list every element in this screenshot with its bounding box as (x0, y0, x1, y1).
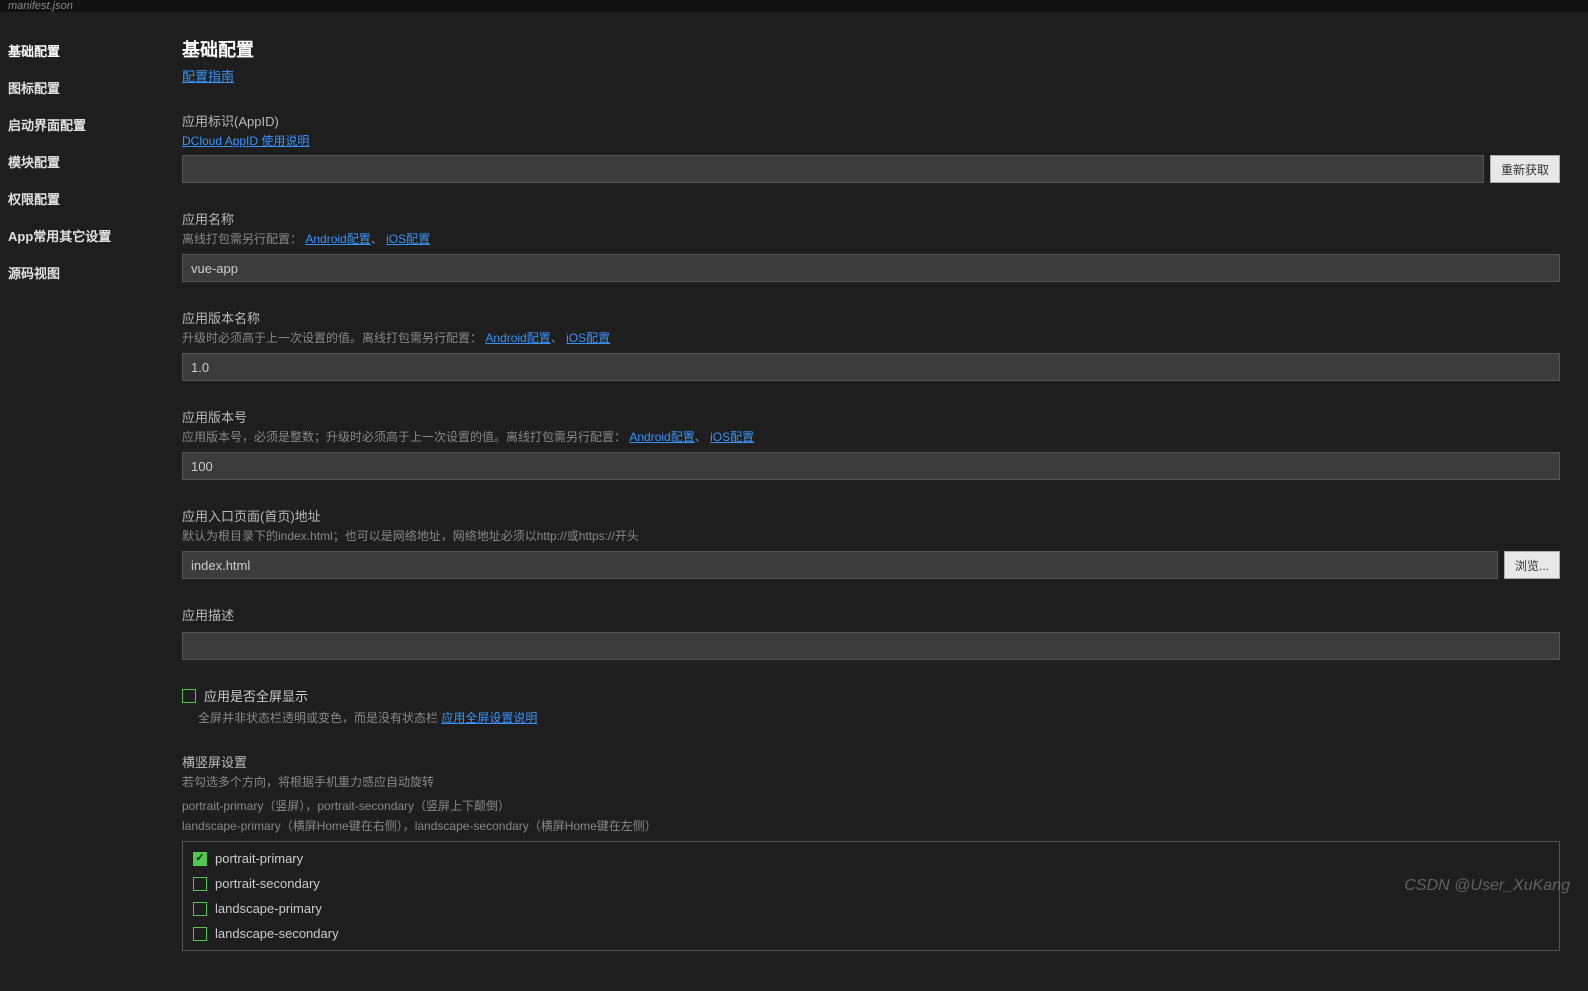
appname-hint: 离线打包需另行配置： Android配置、 iOS配置 (182, 230, 1560, 248)
version-code-group: 应用版本号 应用版本号，必须是整数；升级时必须高于上一次设置的值。离线打包需另行… (182, 407, 1560, 480)
appid-help-link[interactable]: DCloud AppID 使用说明 (182, 134, 309, 148)
appname-input[interactable] (182, 254, 1560, 282)
version-code-input[interactable] (182, 452, 1560, 480)
orientation-label-0: portrait-primary (215, 851, 303, 866)
sidebar-item-basic[interactable]: 基础配置 (0, 32, 168, 69)
appname-label: 应用名称 (182, 209, 1560, 228)
top-bar: manifest.json (0, 0, 1588, 12)
orientation-hint3: landscape-primary（横屏Home键在右侧），landscape-… (182, 817, 1560, 835)
fullscreen-checkbox-label: 应用是否全屏显示 (204, 686, 308, 705)
orientation-item-landscape-secondary[interactable]: landscape-secondary (183, 921, 1559, 946)
entry-page-group: 应用入口页面(首页)地址 默认为根目录下的index.html；也可以是网络地址… (182, 506, 1560, 579)
appid-group: 应用标识(AppID) DCloud AppID 使用说明 重新获取 (182, 111, 1560, 183)
description-input[interactable] (182, 632, 1560, 660)
container: 基础配置 图标配置 启动界面配置 模块配置 权限配置 App常用其它设置 源码视… (0, 12, 1588, 991)
ios-config-link-1[interactable]: iOS配置 (386, 232, 430, 246)
version-name-label: 应用版本名称 (182, 308, 1560, 327)
orientation-checkbox-2[interactable] (193, 902, 207, 916)
orientation-checkbox-0[interactable] (193, 852, 207, 866)
orientation-hint1: 若勾选多个方向，将根据手机重力感应自动旋转 (182, 773, 1560, 791)
fullscreen-help-link[interactable]: 应用全屏设置说明 (441, 711, 537, 725)
appname-group: 应用名称 离线打包需另行配置： Android配置、 iOS配置 (182, 209, 1560, 282)
version-name-hint: 升级时必须高于上一次设置的值。离线打包需另行配置： Android配置、 iOS… (182, 329, 1560, 347)
ios-config-link-3[interactable]: iOS配置 (710, 430, 754, 444)
sidebar: 基础配置 图标配置 启动界面配置 模块配置 权限配置 App常用其它设置 源码视… (0, 12, 168, 991)
orientation-label-3: landscape-secondary (215, 926, 339, 941)
browse-button[interactable]: 浏览... (1504, 551, 1560, 579)
android-config-link-3[interactable]: Android配置 (629, 430, 694, 444)
android-config-link-1[interactable]: Android配置 (305, 232, 370, 246)
fullscreen-group: 应用是否全屏显示 全屏并非状态栏透明或变色，而是没有状态栏 应用全屏设置说明 (182, 686, 1560, 726)
appid-label: 应用标识(AppID) (182, 111, 1560, 130)
sidebar-item-splash[interactable]: 启动界面配置 (0, 106, 168, 143)
android-config-link-2[interactable]: Android配置 (485, 331, 550, 345)
orientation-label: 横竖屏设置 (182, 752, 1560, 771)
sidebar-item-module[interactable]: 模块配置 (0, 143, 168, 180)
description-label: 应用描述 (182, 605, 1560, 624)
sidebar-item-source[interactable]: 源码视图 (0, 254, 168, 291)
sidebar-item-icon[interactable]: 图标配置 (0, 69, 168, 106)
appid-mask (183, 156, 268, 182)
orientation-item-portrait-secondary[interactable]: portrait-secondary (183, 871, 1559, 896)
refresh-appid-button[interactable]: 重新获取 (1490, 155, 1560, 183)
orientation-checkbox-1[interactable] (193, 877, 207, 891)
entry-page-input[interactable] (182, 551, 1498, 579)
orientation-options-box: portrait-primary portrait-secondary land… (182, 841, 1560, 951)
orientation-hint2: portrait-primary（竖屏），portrait-secondary（… (182, 797, 1560, 815)
entry-page-hint: 默认为根目录下的index.html；也可以是网络地址，网络地址必须以http:… (182, 527, 1560, 545)
fullscreen-hint: 全屏并非状态栏透明或变色，而是没有状态栏 应用全屏设置说明 (198, 709, 1560, 726)
entry-page-label: 应用入口页面(首页)地址 (182, 506, 1560, 525)
appid-input[interactable] (182, 155, 1484, 183)
ios-config-link-2[interactable]: iOS配置 (566, 331, 610, 345)
config-guide-link[interactable]: 配置指南 (182, 69, 234, 84)
version-name-input[interactable] (182, 353, 1560, 381)
version-code-label: 应用版本号 (182, 407, 1560, 426)
main-content: 基础配置 配置指南 应用标识(AppID) DCloud AppID 使用说明 … (168, 12, 1588, 991)
page-title: 基础配置 (182, 36, 1560, 62)
orientation-item-landscape-primary[interactable]: landscape-primary (183, 896, 1559, 921)
sidebar-item-other[interactable]: App常用其它设置 (0, 217, 168, 254)
tab-filename: manifest.json (8, 0, 73, 12)
version-code-hint: 应用版本号，必须是整数；升级时必须高于上一次设置的值。离线打包需另行配置： An… (182, 428, 1560, 446)
orientation-label-1: portrait-secondary (215, 876, 320, 891)
fullscreen-checkbox[interactable] (182, 689, 196, 703)
sidebar-item-permission[interactable]: 权限配置 (0, 180, 168, 217)
orientation-group: 横竖屏设置 若勾选多个方向，将根据手机重力感应自动旋转 portrait-pri… (182, 752, 1560, 951)
orientation-checkbox-3[interactable] (193, 927, 207, 941)
orientation-label-2: landscape-primary (215, 901, 322, 916)
description-group: 应用描述 (182, 605, 1560, 660)
orientation-item-portrait-primary[interactable]: portrait-primary (183, 846, 1559, 871)
version-name-group: 应用版本名称 升级时必须高于上一次设置的值。离线打包需另行配置： Android… (182, 308, 1560, 381)
